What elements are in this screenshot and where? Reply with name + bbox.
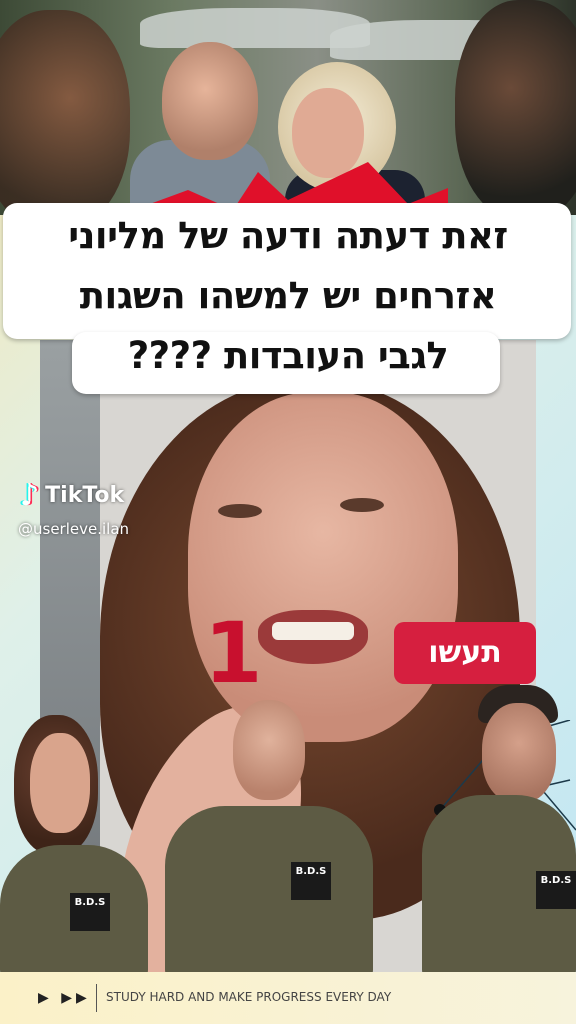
tiktok-username: @userleve.ilan: [18, 520, 130, 538]
headline-text: זאת דעתה ודעה של מליוני אזרחים יש למשהו …: [0, 206, 576, 386]
blurred-person: [0, 10, 130, 215]
footer-tagline: STUDY HARD AND MAKE PROGRESS EVERY DAY: [106, 990, 392, 1004]
blurred-person: [455, 0, 576, 215]
teeth: [272, 622, 354, 640]
tiktok-logo-icon: ♪: [20, 478, 40, 513]
badge-label: תעשו: [394, 622, 536, 684]
number-overlay: 1: [204, 604, 263, 702]
play-controls-icon: ▶ ▶▶: [38, 990, 91, 1006]
divider: [96, 984, 97, 1012]
man-head: [162, 42, 258, 160]
person-left: B.D.S: [0, 715, 150, 980]
shirt-logo: B.D.S: [536, 871, 576, 909]
shirt-logo: B.D.S: [70, 893, 110, 931]
footer-bar: ▶ ▶▶ STUDY HARD AND MAKE PROGRESS EVERY …: [0, 972, 576, 1024]
person-face: [30, 733, 90, 833]
person-face: [233, 700, 305, 800]
tiktok-watermark: ♪ TikTok: [20, 478, 124, 513]
person-face: [482, 703, 556, 803]
shirt-logo-text: B.D.S: [74, 897, 106, 908]
tiktok-brand: TikTok: [45, 483, 125, 508]
headline-line: לגבי העובדות ????: [127, 334, 449, 377]
shirt-logo: B.D.S: [291, 862, 331, 900]
headline-line: זאת דעתה ודעה של מליוני: [68, 214, 508, 257]
shirt-logo-text: B.D.S: [295, 866, 327, 877]
person-center: B.D.S: [165, 700, 375, 980]
eye: [218, 504, 262, 518]
person-shirt: [165, 806, 373, 980]
person-right: B.D.S: [422, 685, 576, 980]
headline-line: אזרחים יש למשהו השגות: [79, 274, 497, 317]
eye: [340, 498, 384, 512]
shirt-logo-text: B.D.S: [540, 875, 572, 886]
